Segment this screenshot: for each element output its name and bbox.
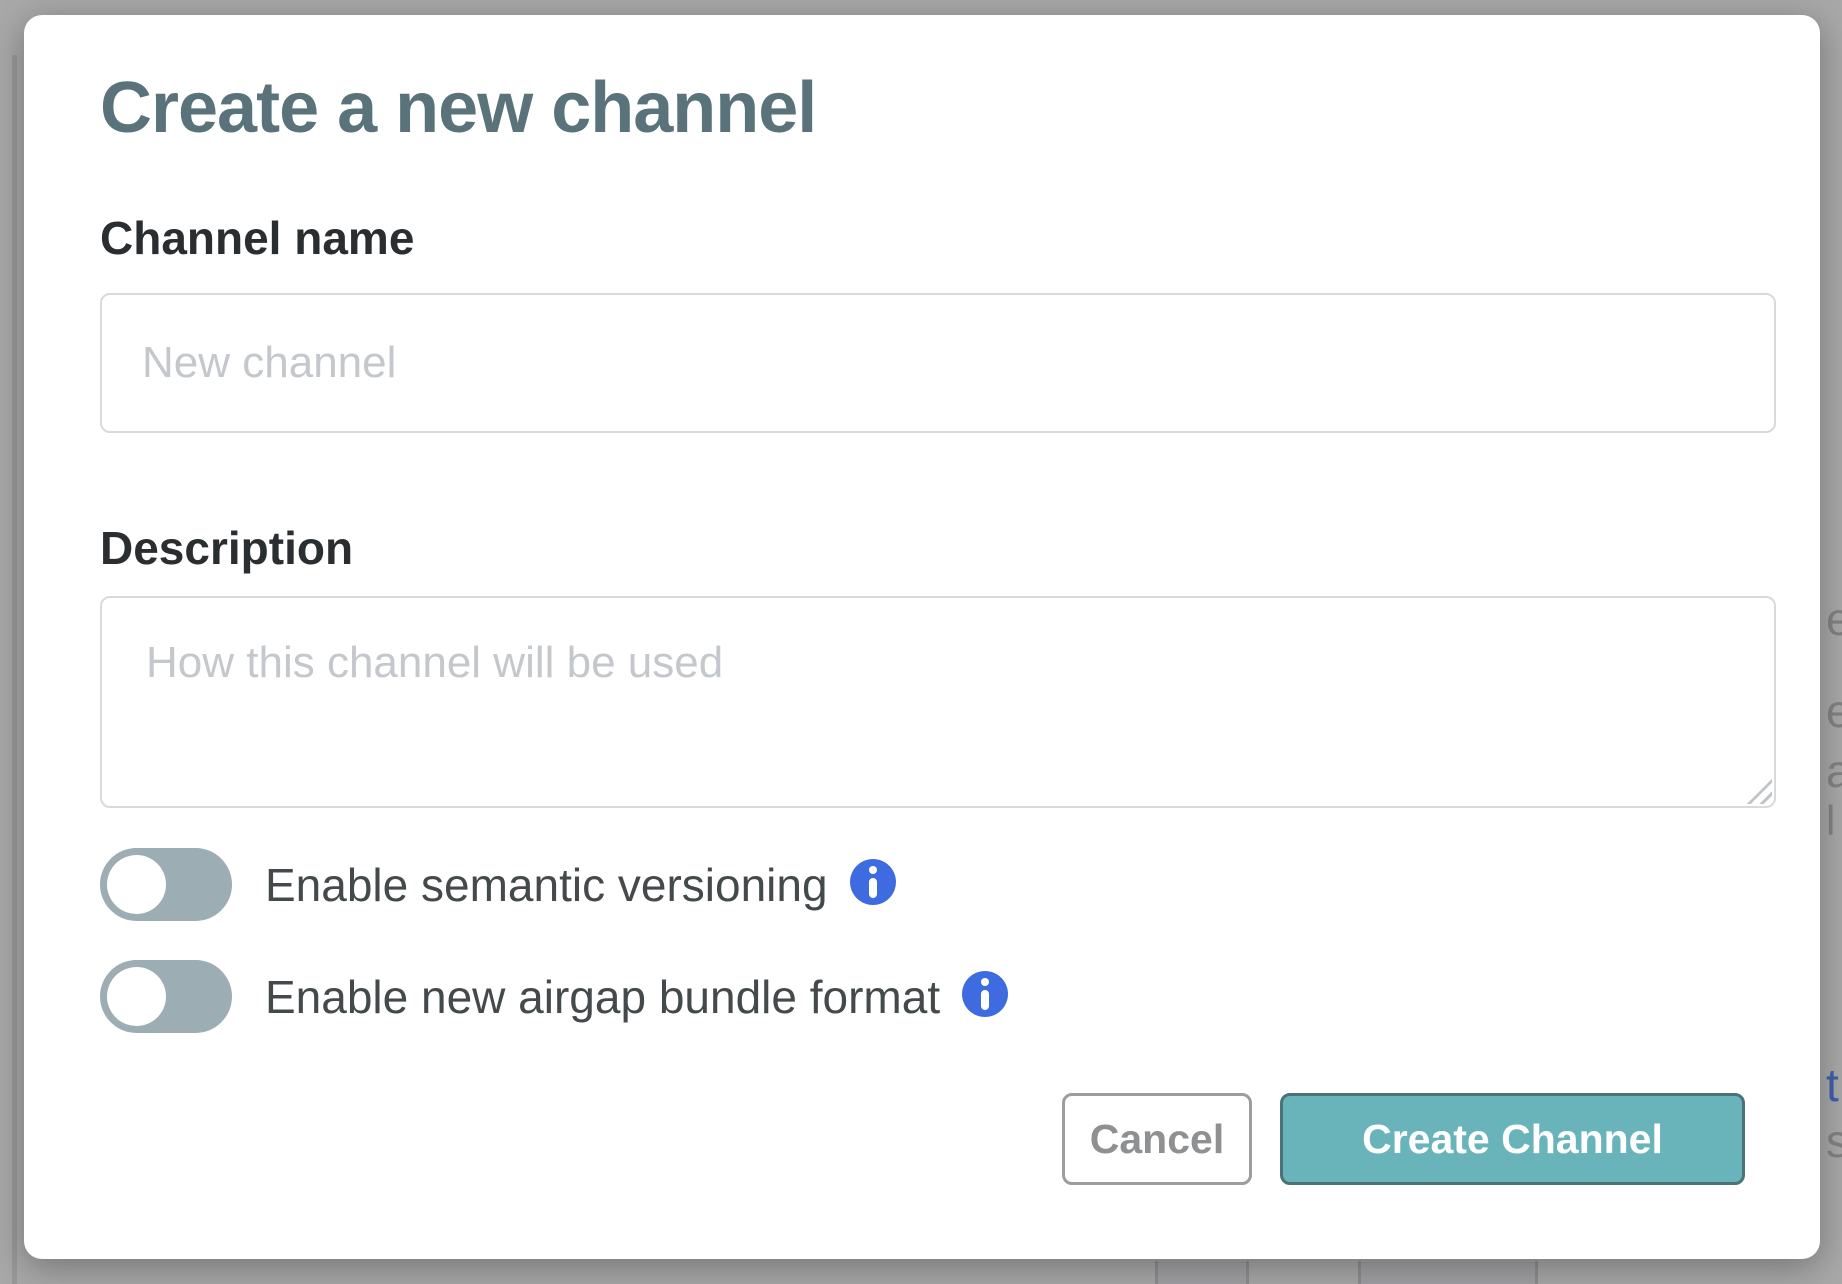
- create-channel-modal: Create a new channel Channel name Descri…: [24, 15, 1820, 1259]
- background-underlay-block: [1358, 1261, 1538, 1284]
- background-text-fragment: e: [1826, 688, 1842, 734]
- info-icon[interactable]: [962, 971, 1008, 1017]
- info-icon[interactable]: [850, 859, 896, 905]
- info-icon-dot: [869, 866, 877, 874]
- channel-name-label: Channel name: [100, 211, 414, 265]
- background-text-fragment: a: [1826, 748, 1842, 794]
- info-icon-dot: [981, 978, 989, 986]
- semantic-versioning-toggle[interactable]: [100, 848, 232, 921]
- background-underlay-line: [12, 55, 17, 1284]
- airgap-bundle-toggle[interactable]: [100, 960, 232, 1033]
- description-label: Description: [100, 521, 353, 575]
- background-text-fragment: s: [1826, 1118, 1842, 1164]
- toggle-knob: [107, 855, 166, 914]
- semantic-versioning-label: Enable semantic versioning: [265, 858, 828, 912]
- modal-title: Create a new channel: [100, 67, 816, 149]
- cancel-button[interactable]: Cancel: [1062, 1093, 1252, 1185]
- semantic-versioning-row: Enable semantic versioning: [100, 848, 896, 921]
- screen: e e a l t s Create a new channel Channel…: [0, 0, 1842, 1284]
- toggle-knob: [107, 967, 166, 1026]
- airgap-bundle-label: Enable new airgap bundle format: [265, 970, 940, 1024]
- background-link-fragment: t: [1826, 1062, 1839, 1108]
- background-text-fragment: e: [1826, 596, 1842, 642]
- create-channel-button[interactable]: Create Channel: [1280, 1093, 1745, 1185]
- background-underlay-block: [1155, 1261, 1249, 1284]
- description-textarea[interactable]: [100, 596, 1776, 808]
- info-icon-stem: [981, 990, 989, 1010]
- channel-name-input[interactable]: [100, 293, 1776, 433]
- info-icon-stem: [869, 878, 877, 898]
- background-text-fragment: l: [1826, 800, 1835, 842]
- airgap-bundle-row: Enable new airgap bundle format: [100, 960, 1008, 1033]
